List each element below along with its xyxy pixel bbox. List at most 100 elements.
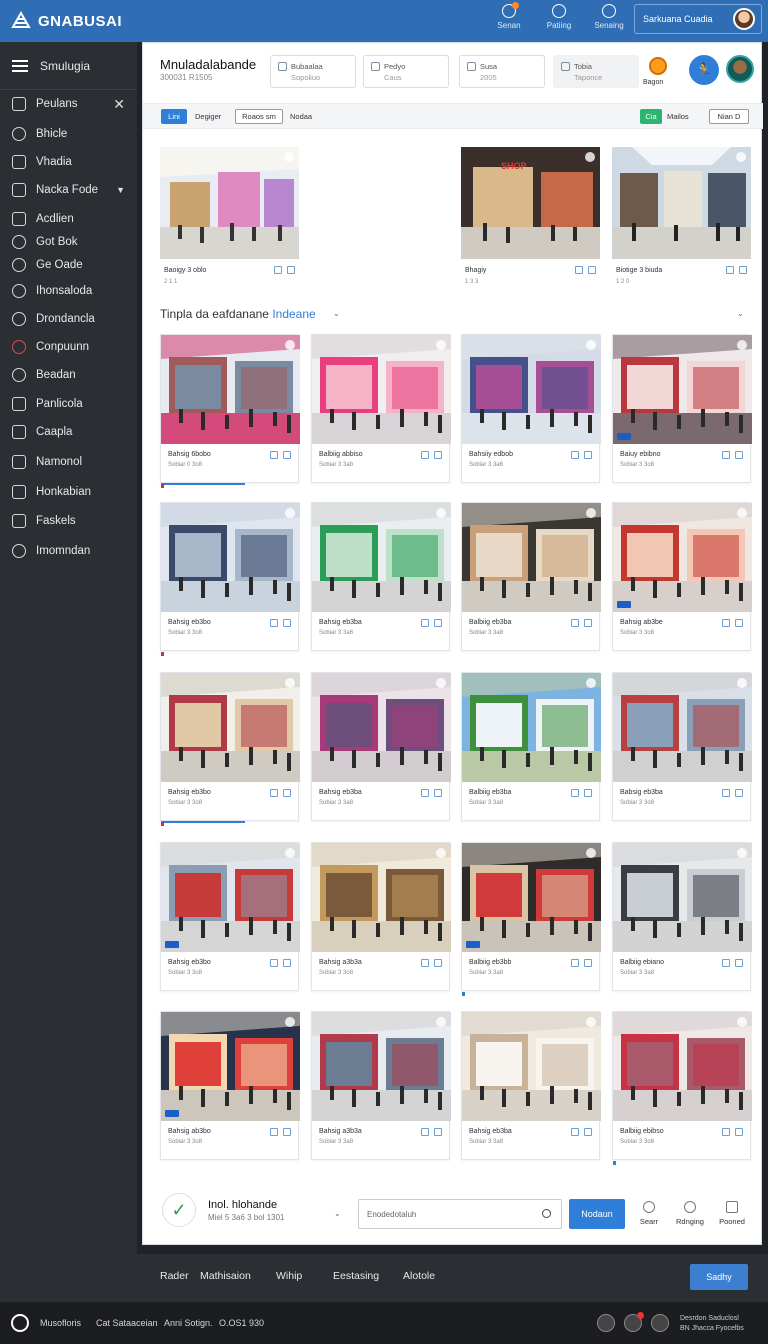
filter-text[interactable]: Degiger (195, 109, 221, 124)
check-icon[interactable] (722, 451, 730, 459)
bottom-link-wihip[interactable]: Wihip (276, 1270, 302, 1282)
filter-text[interactable]: Mailos (667, 109, 689, 124)
check-icon[interactable] (722, 619, 730, 627)
select-check-icon[interactable] (737, 848, 747, 858)
sidebar-item-got-bok[interactable]: Got Bok (0, 235, 137, 249)
copy-icon[interactable] (283, 959, 291, 967)
grid-card[interactable]: Babsig eb3ba Sobiar 3 3o8 (612, 672, 752, 821)
select-check-icon[interactable] (586, 678, 596, 688)
select-check-icon[interactable] (436, 1017, 446, 1027)
filter-chip-cia[interactable]: Cia (640, 109, 662, 124)
user-menu[interactable]: Sarkuana Cuadia (634, 4, 762, 34)
filter-chip-lini[interactable]: Lini (161, 109, 187, 124)
sidebar-item-acdlien[interactable]: Acdlien (0, 212, 137, 226)
alert-icon[interactable] (624, 1312, 644, 1332)
bottom-link-rader[interactable]: Rader (160, 1270, 189, 1282)
featured-card[interactable]: Baoigy 3 oblo 2 1 1 (160, 147, 299, 295)
sidebar-item-namonol[interactable]: Namonol (0, 455, 137, 469)
stat-card[interactable]: Susa 2005 (459, 55, 545, 88)
grid-card[interactable]: Bahsig ab3bo Sobiar 3 3o8 (160, 1011, 300, 1160)
featured-card[interactable]: SHOP Bhagiy 1 3 3 (461, 147, 600, 295)
submit-button[interactable]: Nodaun (569, 1199, 625, 1229)
check-icon[interactable] (421, 959, 429, 967)
select-check-icon[interactable] (436, 508, 446, 518)
select-check-icon[interactable] (436, 848, 446, 858)
copy-icon[interactable] (283, 619, 291, 627)
check-icon[interactable] (571, 959, 579, 967)
grid-card[interactable]: Balbiig eb3ba Sobiar 3 3a8 (461, 672, 601, 821)
copy-icon[interactable] (584, 789, 592, 797)
copy-icon[interactable] (735, 619, 743, 627)
copy-icon[interactable] (283, 451, 291, 459)
check-icon[interactable] (270, 1128, 278, 1136)
grid-card[interactable]: Bahsig a3b3a Sobiar 3 3o8 (311, 842, 451, 991)
copy-icon[interactable] (434, 789, 442, 797)
stat-card[interactable]: Pedyo Caus (363, 55, 449, 88)
sidebar-item-conpuunn[interactable]: Conpuunn (0, 340, 137, 354)
select-check-icon[interactable] (737, 1017, 747, 1027)
check-icon[interactable] (421, 1128, 429, 1136)
select-check-icon[interactable] (737, 340, 747, 350)
grid-card[interactable]: Bahsig eb3bo Sobiar 3 3o8 (160, 672, 300, 826)
sidebar-item-nacka-fode[interactable]: Nacka Fode ▼ (0, 183, 137, 197)
grid-card[interactable]: Bahsig eb3ba Sobiar 3 3a8 (461, 1011, 601, 1160)
avatar[interactable] (726, 55, 754, 83)
check-icon[interactable] (270, 451, 278, 459)
copy-icon[interactable] (588, 266, 596, 274)
stat-card[interactable]: Bubaalaa Sopoliuo (270, 55, 356, 88)
sidebar-item-bhicle[interactable]: Bhicle (0, 127, 137, 141)
copy-icon[interactable] (283, 789, 291, 797)
filter-dropdown[interactable]: Nian D (709, 109, 749, 124)
copy-icon[interactable] (735, 789, 743, 797)
run-button[interactable]: 🏃 (689, 55, 719, 85)
grid-card[interactable]: Bahsig a3b3a Sobiar 3 3a8 (311, 1011, 451, 1160)
sidebar-item-ihonsaloda[interactable]: Ihonsaloda (0, 284, 137, 298)
select-check-icon[interactable] (285, 678, 295, 688)
grid-card[interactable]: Baiuy ebibno Sobiar 3 3o8 (612, 334, 752, 483)
chevron-down-icon[interactable]: ⌄ (334, 1209, 341, 1218)
chevron-down-icon[interactable]: ▼ (116, 185, 125, 195)
featured-card[interactable]: Biotige 3 biuda 1 2 0 (612, 147, 751, 295)
filter-dropdown[interactable]: Roaos sm (235, 109, 283, 124)
check-icon[interactable] (270, 959, 278, 967)
collapse-chevron-icon[interactable]: ⌄ (737, 309, 744, 318)
grid-card[interactable]: Balbiig abbiso Sobiar 3 3ab (311, 334, 451, 483)
grid-card[interactable]: Balbiig eb3ba Sobiar 3 3a8 (461, 502, 601, 651)
sidebar-item-panlicola[interactable]: Panlicola (0, 397, 137, 411)
grid-card[interactable]: Bahsig eb3bo Sobiar 3 3o8 (160, 842, 300, 991)
sidebar-item-honkabian[interactable]: Honkabian (0, 485, 137, 499)
grid-card[interactable]: Bahsig eb3bo Sobiar 3 3o8 (160, 502, 300, 656)
copy-icon[interactable] (584, 1128, 592, 1136)
check-icon[interactable] (274, 266, 282, 274)
copy-icon[interactable] (434, 451, 442, 459)
menu-icon[interactable] (12, 59, 28, 72)
check-icon[interactable] (421, 789, 429, 797)
check-icon[interactable] (421, 451, 429, 459)
app-logo[interactable]: GNABUSAI (0, 10, 122, 32)
check-icon[interactable] (571, 1128, 579, 1136)
select-check-icon[interactable] (737, 508, 747, 518)
share-icon[interactable] (597, 1314, 615, 1332)
copy-icon[interactable] (584, 619, 592, 627)
settings-icon[interactable] (651, 1314, 669, 1332)
copy-icon[interactable] (287, 266, 295, 274)
select-check-icon[interactable] (285, 508, 295, 518)
sidebar-item-caapla[interactable]: Caapla (0, 425, 137, 439)
grid-card[interactable]: Balbiig eb3bb Sobiar 3 3a8 (461, 842, 601, 996)
sidebar-item-drondancla[interactable]: Drondancla (0, 312, 137, 326)
filter-text[interactable]: Nodaa (290, 109, 312, 124)
bottom-link-eestasing[interactable]: Eestasing (333, 1270, 379, 1282)
copy-icon[interactable] (739, 266, 747, 274)
copy-icon[interactable] (584, 451, 592, 459)
check-icon[interactable] (722, 789, 730, 797)
copy-icon[interactable] (735, 959, 743, 967)
copy-icon[interactable] (584, 959, 592, 967)
sidebar-item-ge-oade[interactable]: Ge Oade (0, 258, 137, 272)
select-check-icon[interactable] (586, 848, 596, 858)
stat-card[interactable]: Tobia Taponce (553, 55, 639, 88)
section-title[interactable]: Tinpla da eafdanane Indeane (160, 307, 316, 321)
sidebar-item-faskels[interactable]: Faskels (0, 514, 137, 528)
bell-icon[interactable] (649, 57, 667, 75)
settings-button[interactable]: Senaing (594, 4, 624, 30)
search-input[interactable]: Enodedotaluh (358, 1199, 562, 1229)
